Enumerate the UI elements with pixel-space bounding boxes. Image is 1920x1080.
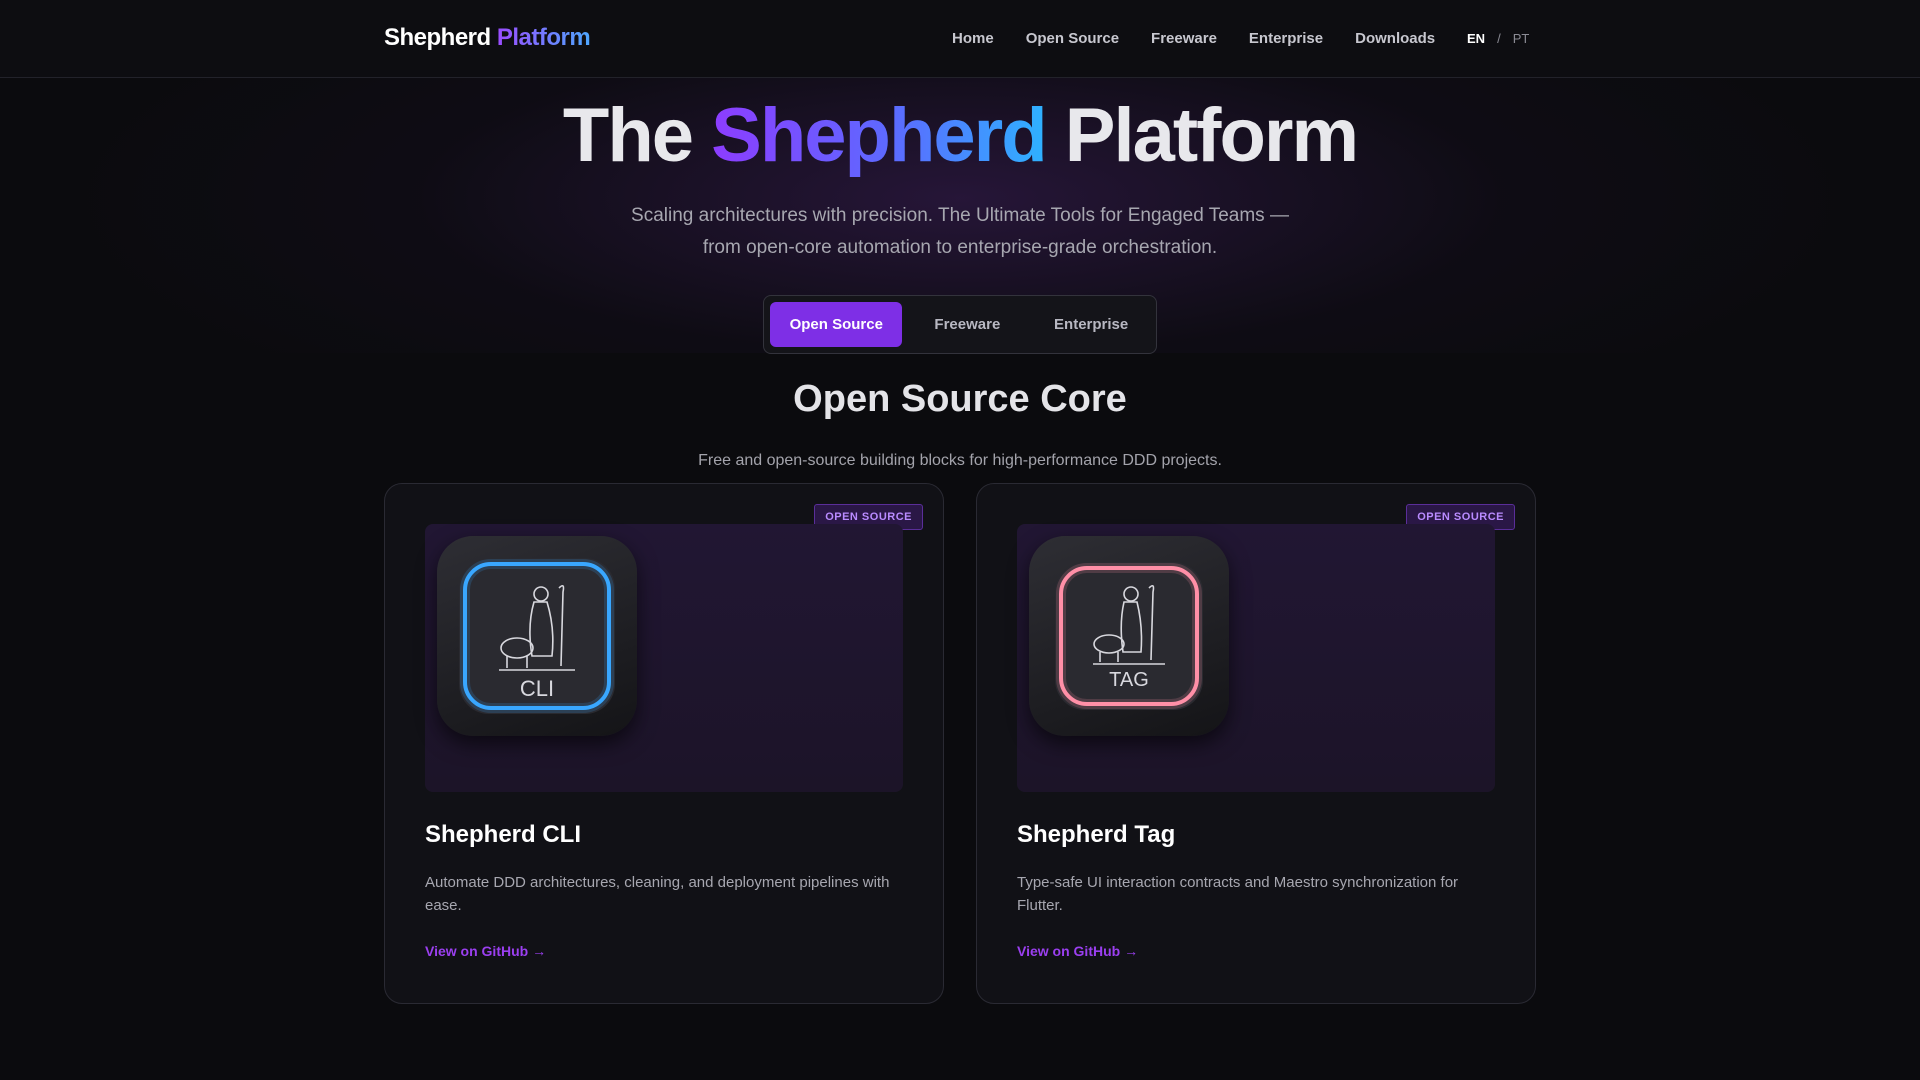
icon-label-cli: CLI (520, 676, 554, 701)
shepherd-cli-app-icon: CLI (437, 536, 637, 736)
tab-freeware[interactable]: Freeware (908, 302, 1026, 347)
nav-enterprise[interactable]: Enterprise (1249, 30, 1323, 47)
main-nav: Home Open Source Freeware Enterprise Dow… (952, 30, 1435, 47)
nav-home[interactable]: Home (952, 30, 994, 47)
card-media: CLI (425, 524, 903, 792)
nav-freeware[interactable]: Freeware (1151, 30, 1217, 47)
view-on-github-link[interactable]: View on GitHub → (425, 943, 546, 959)
product-card-tag: OPEN SOURCE TAG Shepherd Tag Type-safe U… (976, 483, 1536, 1004)
lang-separator: / (1497, 31, 1501, 46)
tab-enterprise[interactable]: Enterprise (1032, 302, 1150, 347)
category-tabs: Open Source Freeware Enterprise (763, 295, 1157, 354)
card-title: Shepherd CLI (425, 821, 582, 848)
product-card-cli: OPEN SOURCE CLI Shepherd CLI Automate DD… (384, 483, 944, 1004)
logo-accent-text: Platform (496, 24, 591, 51)
icon-label-tag: TAG (1109, 669, 1149, 691)
shepherd-icon: CLI (459, 558, 615, 714)
section-title: Open Source Core (793, 378, 1127, 420)
lang-pt[interactable]: PT (1513, 31, 1530, 46)
site-header: Shepherd Platform Home Open Source Freew… (0, 0, 1920, 78)
nav-downloads[interactable]: Downloads (1355, 30, 1435, 47)
logo-main-text: Shepherd (384, 24, 491, 51)
card-description: Automate DDD architectures, cleaning, an… (425, 874, 890, 914)
card-title: Shepherd Tag (1017, 821, 1176, 848)
site-logo[interactable]: Shepherd Platform (384, 24, 591, 52)
view-on-github-link[interactable]: View on GitHub → (1017, 943, 1138, 959)
nav-open-source[interactable]: Open Source (1026, 30, 1119, 47)
hero-title: The Shepherd Platform (0, 92, 1920, 179)
hero-title-pre: The (562, 93, 694, 178)
page: Shepherd Platform Home Open Source Freew… (0, 0, 1920, 1080)
hero-title-post: Platform (1064, 93, 1359, 178)
hero-subtitle: Scaling architectures with precision. Th… (560, 200, 1360, 264)
lang-en[interactable]: EN (1467, 31, 1485, 46)
tab-open-source[interactable]: Open Source (770, 302, 903, 347)
section-subtitle: Free and open-source building blocks for… (698, 452, 1222, 469)
card-media: TAG (1017, 524, 1495, 792)
hero-subtitle-line2: from open-core automation to enterprise-… (702, 237, 1218, 258)
card-description: Type-safe UI interaction contracts and M… (1017, 874, 1459, 914)
shepherd-tag-app-icon: TAG (1029, 536, 1229, 736)
language-switcher: EN / PT (1467, 31, 1529, 46)
hero-subtitle-line1: Scaling architectures with precision. Th… (631, 205, 1289, 226)
shepherd-icon: TAG (1055, 562, 1203, 710)
hero-title-accent: Shepherd (711, 93, 1047, 178)
